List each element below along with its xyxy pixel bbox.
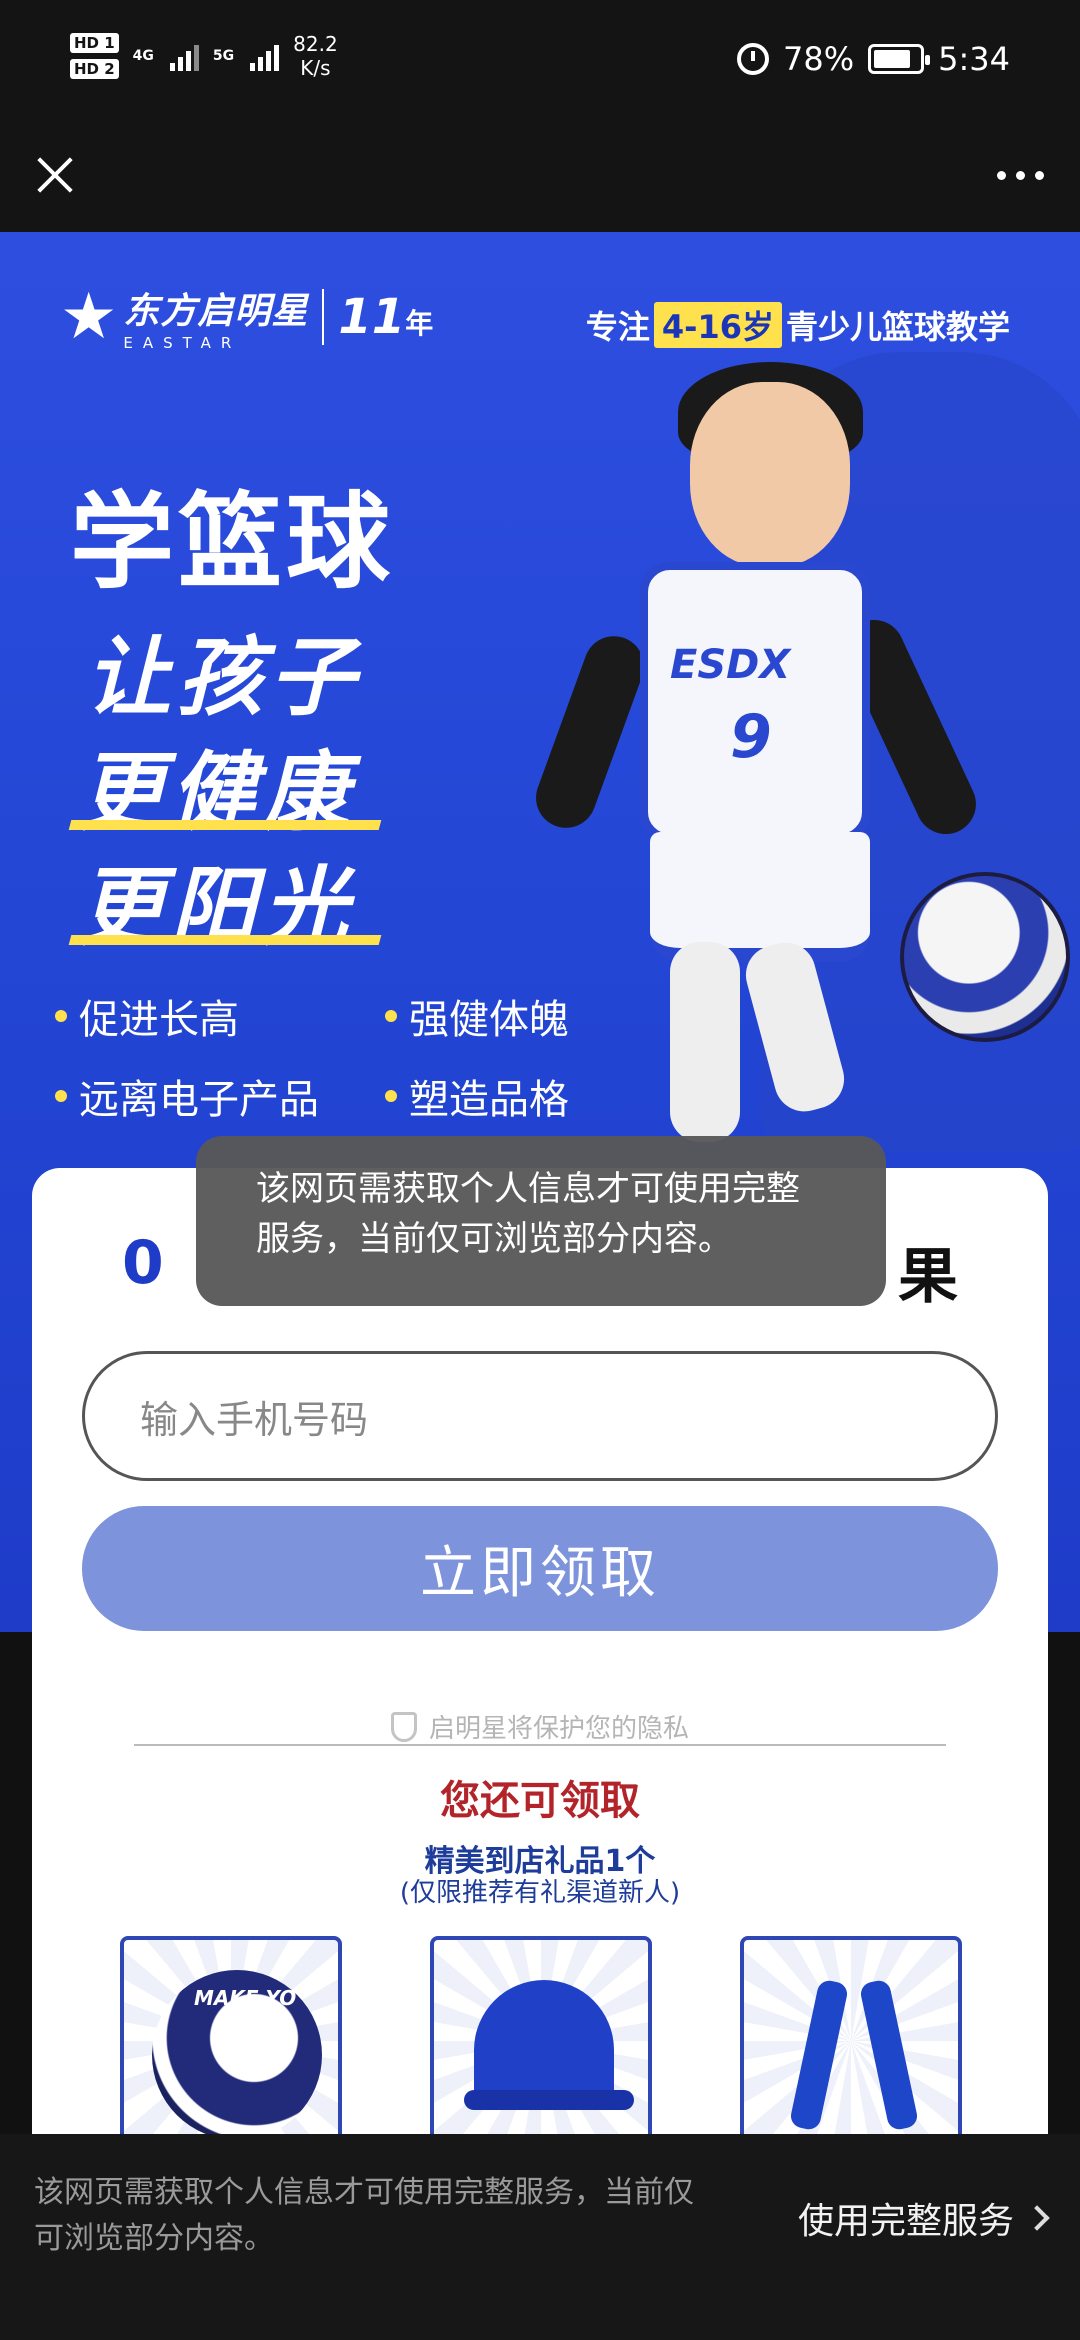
network-speed-value: 82.2 <box>293 32 338 56</box>
chevron-right-icon <box>1024 2205 1050 2231</box>
use-full-service-button[interactable]: 使用完整服务 <box>797 2192 1050 2244</box>
jump-rope-gift-icon <box>788 1978 850 2132</box>
gift-section: 启明星将保护您的隐私 您还可领取 精美到店礼品1个 (仅限推荐有礼渠道新人) M… <box>72 1658 1008 2146</box>
star-logo-icon: ★ <box>60 280 118 354</box>
hd1-badge: HD 1 <box>70 33 119 53</box>
hd2-badge: HD 2 <box>70 59 119 79</box>
network-status: HD 1 HD 2 4G 5G 82.2 K/s <box>70 32 338 80</box>
privacy-note: 启明星将保护您的隐私 <box>72 1708 1008 1745</box>
phone-input-placeholder: 输入手机号码 <box>140 1397 369 1442</box>
gift-jump-rope <box>740 1936 962 2146</box>
logo-cn-text: 东方启明星 <box>123 291 309 332</box>
logo-en-text: EASTAR <box>123 334 242 352</box>
benefit-list: 促进长高 强健体魄 远离电子产品 塑造品格 <box>55 987 615 1125</box>
gift-note: (仅限推荐有礼渠道新人) <box>399 1878 681 1908</box>
shield-icon <box>390 1711 417 1742</box>
logo-anniversary: 11年 <box>338 289 434 345</box>
cap-gift-icon <box>474 1980 614 2100</box>
player-photo: ESDX 9 <box>527 342 1070 1242</box>
jersey-text: ESDX <box>670 642 791 688</box>
battery-icon <box>868 44 931 74</box>
status-bar: HD 1 HD 2 4G 5G 82.2 K/s 78% 5:34 <box>0 0 1080 120</box>
benefit-item: 远离电子产品 <box>55 1067 385 1125</box>
more-offers-title: 您还可领取 <box>440 1778 640 1824</box>
network-speed-unit: K/s <box>300 56 331 80</box>
phone-input[interactable]: 输入手机号码 <box>82 1351 998 1481</box>
signal-icon <box>169 41 199 71</box>
claim-button[interactable]: 立即领取 <box>82 1506 998 1631</box>
headline-let-kids: 让孩子 <box>85 628 361 728</box>
clock: 5:34 <box>938 40 1010 78</box>
close-icon[interactable] <box>30 150 80 200</box>
hd-badges: HD 1 HD 2 <box>70 33 119 79</box>
jersey-number: 9 <box>730 702 772 772</box>
divider <box>134 1744 946 1746</box>
permission-message: 该网页需获取个人信息才可使用完整服务，当前仅可浏览部分内容。 <box>34 2175 694 2256</box>
use-full-service-label: 使用完整服务 <box>797 2201 1014 2242</box>
battery-percent: 78% <box>783 40 855 78</box>
browser-nav-bar <box>0 120 1080 232</box>
network-type-2: 5G <box>212 48 235 64</box>
permission-bar: 该网页需获取个人信息才可使用完整服务，当前仅可浏览部分内容。 使用完整服务 <box>0 2134 1080 2340</box>
headline-learn-basketball: 学篮球 <box>70 481 395 603</box>
more-icon[interactable] <box>990 160 1050 190</box>
alarm-icon <box>737 43 770 75</box>
signal-icon-2 <box>250 41 280 71</box>
gift-cap <box>430 1936 652 2146</box>
network-speed: 82.2 K/s <box>293 32 338 80</box>
benefit-item: 促进长高 <box>55 987 385 1045</box>
basketball-image <box>900 872 1070 1042</box>
logo-separator <box>322 289 325 345</box>
headline-underline <box>68 935 382 945</box>
permission-toast: 该网页需获取个人信息才可使用完整服务，当前仅可浏览部分内容。 <box>196 1136 886 1306</box>
headline-underline <box>68 820 382 830</box>
network-type-1: 4G <box>132 48 154 64</box>
gift-basketball: MAKE YO <box>120 1936 342 2146</box>
brand-logo: ★ 东方启明星 EASTAR 11年 <box>60 282 433 352</box>
system-status: 78% 5:34 <box>737 40 1010 78</box>
